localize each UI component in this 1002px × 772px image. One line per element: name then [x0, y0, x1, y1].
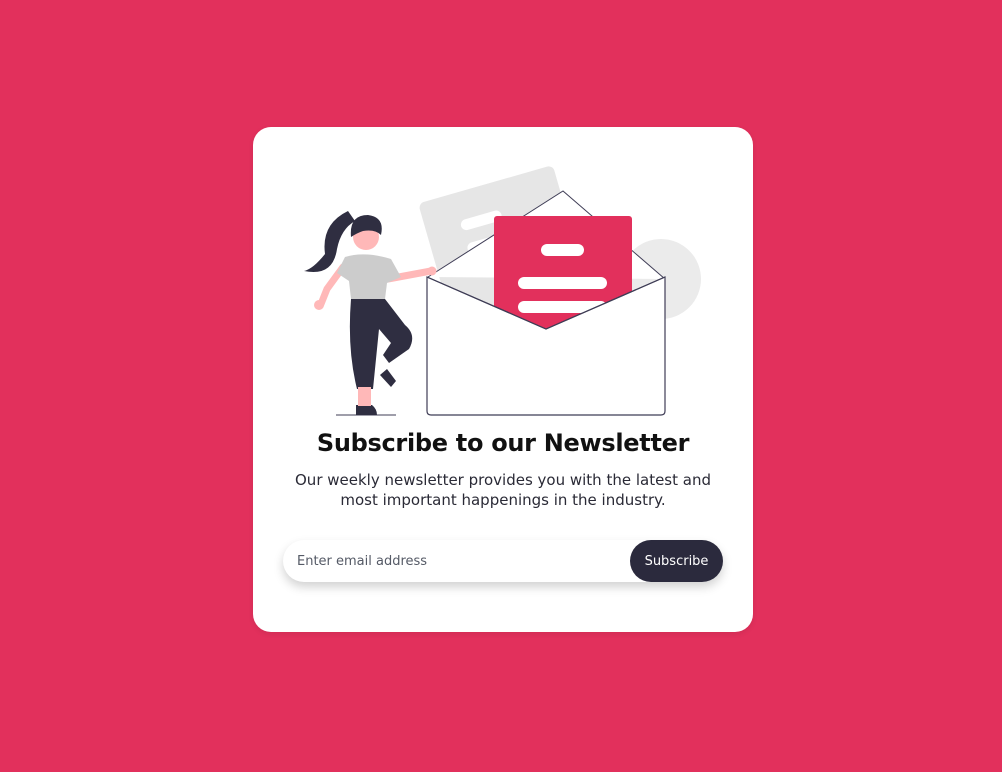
newsletter-card: Subscribe to our Newsletter Our weekly n…: [253, 127, 753, 632]
email-input[interactable]: [283, 540, 623, 582]
woman-figure: [304, 211, 437, 416]
newsletter-description: Our weekly newsletter provides you with …: [295, 471, 711, 509]
subscribe-form: Subscribe: [283, 540, 723, 582]
newsletter-title: Subscribe to our Newsletter: [316, 429, 690, 457]
subscribe-button[interactable]: Subscribe: [630, 540, 723, 582]
woman-with-envelope-illustration: [304, 166, 701, 416]
